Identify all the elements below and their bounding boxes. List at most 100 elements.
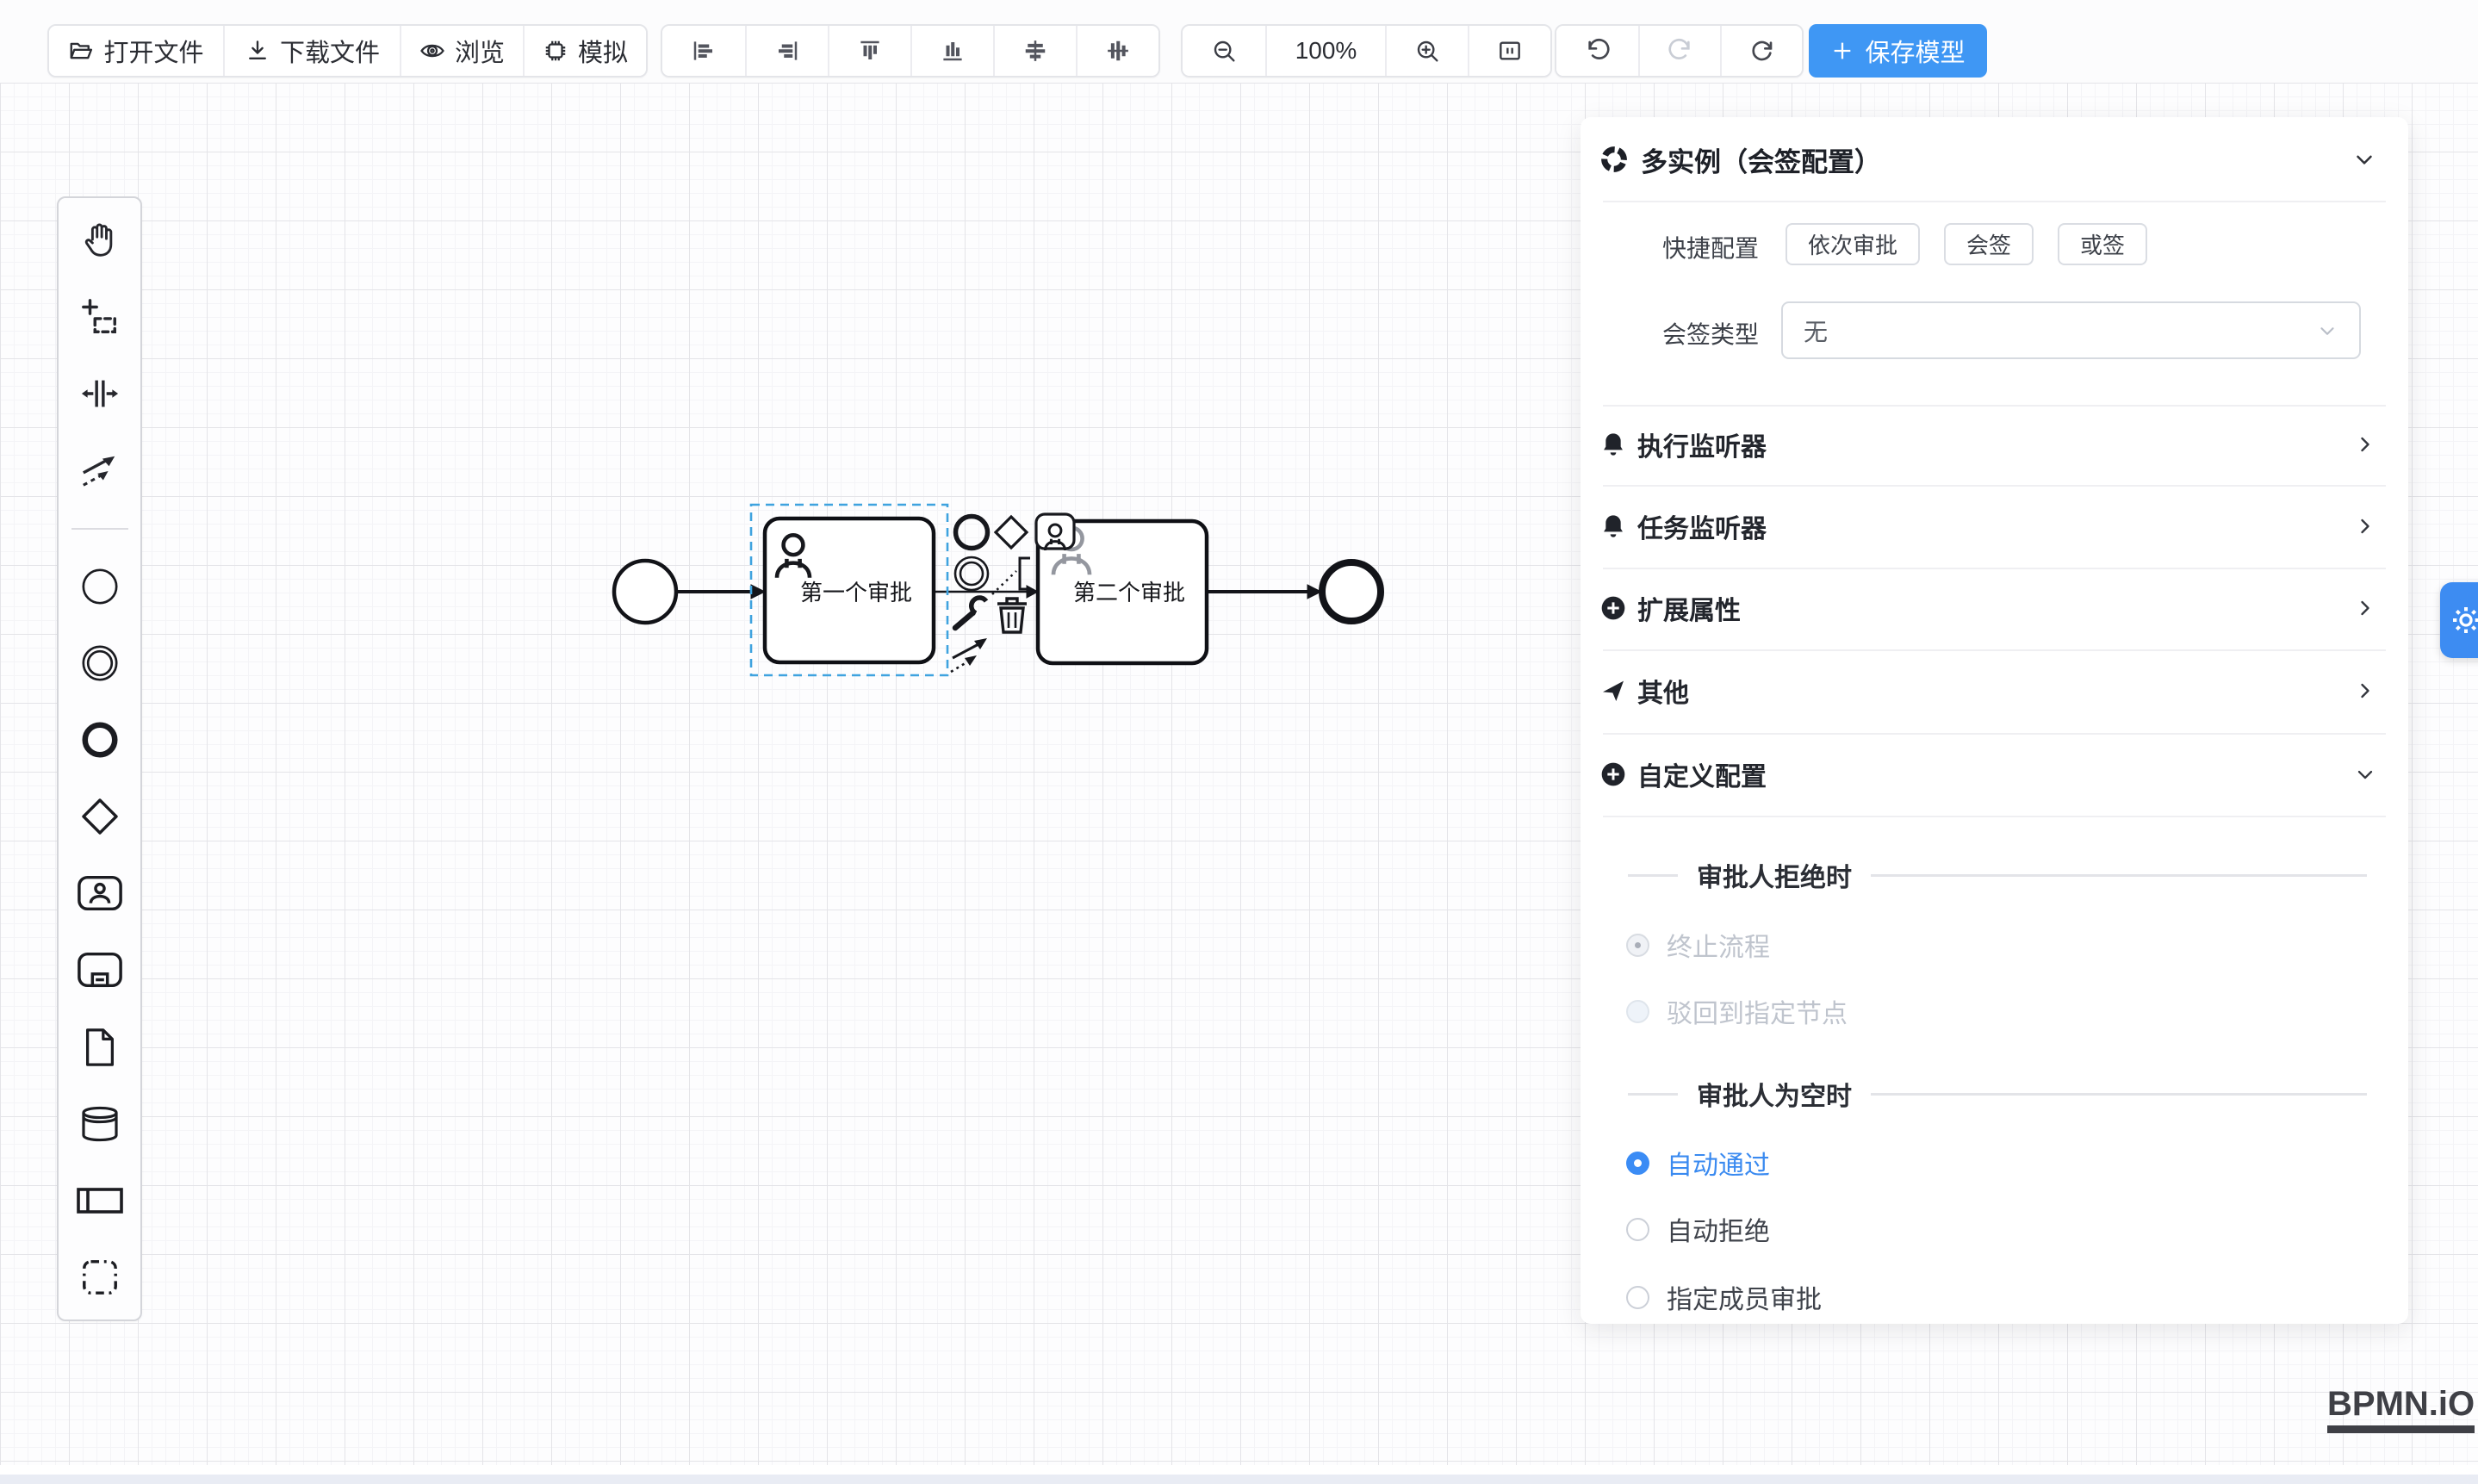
radio-assign-member[interactable]: 指定成员审批: [1581, 1282, 2408, 1312]
create-group[interactable]: [75, 1257, 125, 1297]
zoom-level[interactable]: 100%: [1265, 26, 1385, 76]
quick-option-countersign[interactable]: 会签: [1944, 223, 2034, 265]
empty-group-title: 审批人为空时: [1697, 1075, 1852, 1113]
create-subprocess[interactable]: [75, 950, 125, 990]
align-center-vertical-button[interactable]: [1076, 26, 1158, 76]
redo-icon: [1667, 37, 1694, 65]
align-bottom-button[interactable]: [910, 26, 993, 76]
panel-title: 多实例（会签配置）: [1641, 140, 2341, 179]
create-start-event[interactable]: [75, 567, 125, 606]
plus-circle-icon: [1599, 761, 1627, 788]
align-right-icon: [774, 38, 800, 64]
reset-button[interactable]: [1720, 26, 1802, 76]
align-left-icon: [691, 38, 717, 64]
space-tool-icon: [80, 374, 120, 413]
chevron-down-icon: [2353, 762, 2377, 786]
lasso-tool[interactable]: [75, 297, 125, 337]
save-model-button[interactable]: 保存模型: [1809, 24, 1987, 78]
open-file-label: 打开文件: [103, 33, 203, 69]
space-tool[interactable]: [75, 374, 125, 413]
zoom-in-button[interactable]: [1385, 26, 1468, 76]
quick-config-label: 快捷配置: [1581, 230, 1759, 264]
participant-icon: [76, 1185, 124, 1216]
create-user-task[interactable]: [75, 873, 125, 913]
section-custom-config[interactable]: 自定义配置: [1581, 748, 2408, 801]
divider: [1603, 405, 2386, 407]
divider: [1603, 201, 2386, 202]
bell-icon: [1599, 512, 1627, 540]
quick-option-sequential[interactable]: 依次审批: [1786, 223, 1920, 265]
divider: [1603, 733, 2386, 735]
divider: [1871, 874, 2367, 877]
file-button-group: 打开文件 下载文件 浏览 模拟: [47, 24, 648, 78]
radio-auto-pass[interactable]: 自动通过: [1581, 1148, 2408, 1177]
divider: [1871, 1093, 2367, 1096]
align-center-horizontal-icon: [1022, 38, 1048, 64]
preview-button[interactable]: 浏览: [400, 26, 523, 76]
align-right-button[interactable]: [745, 26, 828, 76]
panel-header[interactable]: 多实例（会签配置）: [1581, 133, 2408, 186]
fit-screen-button[interactable]: [1468, 26, 1550, 76]
section-task-listener[interactable]: 任务监听器: [1581, 500, 2408, 553]
undo-button[interactable]: [1556, 26, 1638, 76]
download-file-button[interactable]: 下载文件: [223, 26, 400, 76]
global-connect-tool[interactable]: [75, 450, 125, 490]
divider: [1628, 874, 1678, 877]
zoom-level-value: 100%: [1295, 37, 1357, 65]
create-data-store[interactable]: [75, 1104, 125, 1144]
settings-tab[interactable]: [2440, 582, 2478, 658]
radio-return-to-node[interactable]: 驳回到指定节点: [1581, 997, 2408, 1026]
download-icon: [245, 38, 270, 64]
quick-option-orsign[interactable]: 或签: [2058, 223, 2147, 265]
open-file-button[interactable]: 打开文件: [49, 26, 223, 76]
divider: [1603, 568, 2386, 569]
align-bottom-icon: [940, 38, 966, 64]
palette-separator: [71, 528, 128, 530]
bpmn-designer-app: { "toolbar": { "file_group": [ { "icon":…: [0, 0, 2478, 1484]
align-left-button[interactable]: [662, 26, 745, 76]
divider: [1603, 649, 2386, 651]
radio-icon: [1626, 934, 1649, 957]
bpmn-palette: [57, 196, 142, 1321]
simulate-button[interactable]: 模拟: [523, 26, 646, 76]
align-top-button[interactable]: [828, 26, 910, 76]
create-end-event[interactable]: [75, 720, 125, 760]
lasso-icon: [80, 297, 120, 337]
reject-group-title: 审批人拒绝时: [1697, 856, 1852, 894]
create-intermediate-event[interactable]: [75, 643, 125, 683]
send-icon: [1599, 677, 1627, 705]
sign-type-select[interactable]: 无: [1781, 301, 2361, 359]
fit-screen-icon: [1496, 37, 1524, 65]
radio-icon: [1626, 1152, 1649, 1175]
data-store-icon: [79, 1105, 121, 1143]
create-data-object[interactable]: [75, 1028, 125, 1067]
eye-icon: [419, 38, 445, 64]
radio-terminate-process[interactable]: 终止流程: [1581, 930, 2408, 959]
download-file-label: 下载文件: [280, 33, 380, 69]
connect-icon: [80, 450, 120, 490]
chevron-right-icon: [2353, 679, 2377, 703]
zoom-out-button[interactable]: [1183, 26, 1265, 76]
plus-icon: [1830, 39, 1854, 63]
footer-strip: [0, 1475, 2478, 1484]
chevron-down-icon: [2316, 320, 2338, 342]
section-extension-properties[interactable]: 扩展属性: [1581, 581, 2408, 635]
chevron-right-icon: [2353, 514, 2377, 538]
multi-instance-icon: [1599, 145, 1629, 174]
user-task-icon: [77, 874, 123, 912]
sign-type-row: 会签类型 无: [1581, 301, 2408, 359]
intermediate-event-icon: [80, 643, 120, 683]
align-center-horizontal-button[interactable]: [993, 26, 1076, 76]
section-other[interactable]: 其他: [1581, 664, 2408, 717]
bpmn-io-logo[interactable]: BPMN.iO: [2327, 1385, 2475, 1433]
radio-auto-reject[interactable]: 自动拒绝: [1581, 1214, 2408, 1244]
zoom-button-group: 100%: [1181, 24, 1552, 78]
properties-panel: 多实例（会签配置） 快捷配置 依次审批 会签 或签 会签类型 无 执行监听器: [1581, 117, 2408, 1324]
hand-tool[interactable]: [75, 220, 125, 260]
redo-button[interactable]: [1638, 26, 1720, 76]
section-execution-listener[interactable]: 执行监听器: [1581, 418, 2408, 471]
create-participant[interactable]: [75, 1181, 125, 1220]
hand-icon: [80, 220, 120, 260]
zoom-in-icon: [1413, 37, 1441, 65]
create-gateway[interactable]: [75, 797, 125, 836]
